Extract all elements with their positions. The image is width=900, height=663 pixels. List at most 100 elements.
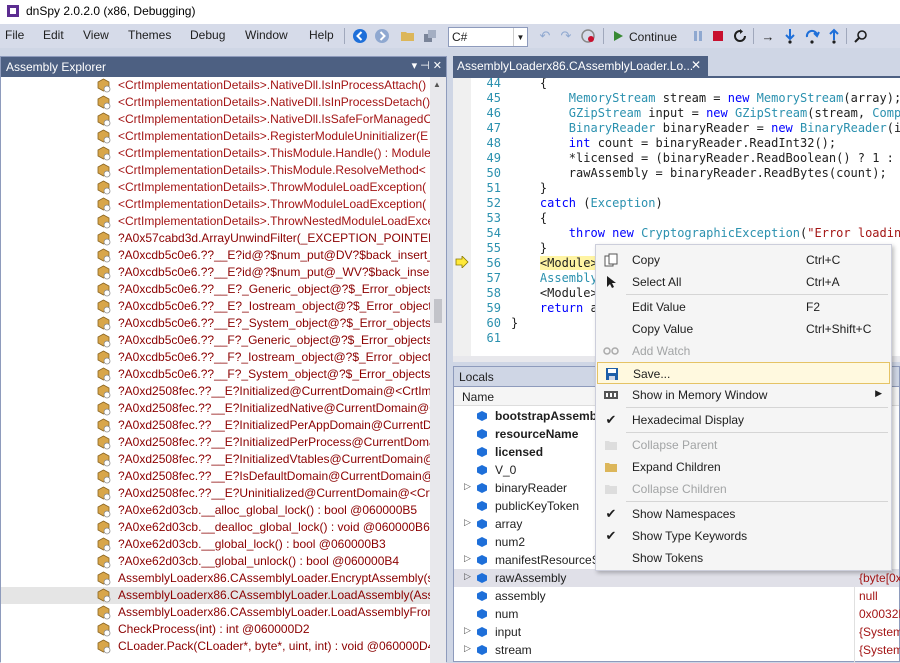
- menu-help[interactable]: Help: [309, 28, 334, 42]
- tree-item[interactable]: ?A0xe62d03cb.__global_unlock() : bool @0…: [1, 553, 431, 570]
- nav-back-icon[interactable]: [351, 27, 369, 45]
- tree-item[interactable]: ?A0xcdb5c0e6.??__F?_System_object@?$_Err…: [1, 366, 431, 383]
- code-line[interactable]: 59 return ass: [471, 301, 613, 316]
- menu-item-collapse-children[interactable]: Collapse Children: [597, 478, 890, 500]
- locals-row[interactable]: assembly null: [454, 587, 899, 605]
- tree-item[interactable]: AssemblyLoaderx86.CAssemblyLoader.LoadAs…: [1, 604, 431, 621]
- menu-item-show-tokens[interactable]: Show Tokens: [597, 547, 890, 569]
- language-select[interactable]: C# ▼: [448, 27, 528, 47]
- continue-button[interactable]: Continue: [629, 30, 677, 44]
- menu-item-collapse-parent[interactable]: Collapse Parent: [597, 434, 890, 456]
- open-file-icon[interactable]: [399, 27, 417, 45]
- code-line[interactable]: 44 {: [471, 78, 548, 91]
- pause-icon[interactable]: [689, 27, 707, 45]
- tree-item[interactable]: <CrtImplementationDetails>.ThrowModuleLo…: [1, 196, 431, 213]
- code-line[interactable]: 48 int count = binaryReader.ReadInt32();: [471, 136, 837, 151]
- show-next-statement-icon[interactable]: →: [759, 27, 777, 45]
- menu-item-hexadecimal-display[interactable]: ✔ Hexadecimal Display: [597, 409, 890, 431]
- code-line[interactable]: 58 <Module>.CG: [471, 286, 613, 301]
- locals-row[interactable]: ▷ rawAssembly {byte[0x: [454, 569, 900, 587]
- expand-icon[interactable]: ▷: [464, 481, 471, 492]
- expand-icon[interactable]: ▷: [464, 625, 471, 636]
- tree-item[interactable]: <CrtImplementationDetails>.ThrowModuleLo…: [1, 179, 431, 196]
- menu-view[interactable]: View: [83, 28, 109, 42]
- tree-item[interactable]: ?A0xd2508fec.??__E?InitializedVtables@Cu…: [1, 451, 431, 468]
- code-line[interactable]: 56 <Module>.S: [471, 256, 613, 271]
- tree-item[interactable]: ?A0xd2508fec.??__E?Uninitialized@Current…: [1, 485, 431, 502]
- tree-item[interactable]: ?A0xe62d03cb.__dealloc_global_lock() : v…: [1, 519, 431, 536]
- redo-icon[interactable]: ↷: [557, 27, 575, 45]
- step-over-icon[interactable]: [803, 27, 821, 45]
- code-line[interactable]: 46 GZipStream input = new GZipStream(str…: [471, 106, 900, 121]
- locals-row[interactable]: num 0x0032D: [454, 605, 900, 623]
- tree-item[interactable]: ?A0xcdb5c0e6.??__E?_Generic_object@?$_Er…: [1, 281, 431, 298]
- expand-icon[interactable]: ▷: [464, 553, 471, 564]
- tab-assembly-loader[interactable]: AssemblyLoaderx86.CAssemblyLoader.Lo... …: [453, 56, 708, 76]
- code-line[interactable]: 45 MemoryStream stream = new MemoryStrea…: [471, 91, 900, 106]
- tree-item[interactable]: ?A0x57cabd3d.ArrayUnwindFilter(_EXCEPTIO…: [1, 230, 431, 247]
- menu-item-edit-value[interactable]: Edit Value F2: [597, 296, 890, 318]
- tree-item[interactable]: ?A0xcdb5c0e6.??__E?id@?$num_put@_WV?$bac…: [1, 264, 431, 281]
- code-line[interactable]: 61: [471, 331, 511, 346]
- restart-debug-icon[interactable]: [579, 27, 597, 45]
- tree-item[interactable]: <CrtImplementationDetails>.ThisModule.Re…: [1, 162, 431, 179]
- menu-item-copy[interactable]: Copy Ctrl+C: [597, 249, 890, 271]
- expand-icon[interactable]: ▷: [464, 643, 471, 654]
- tree-item[interactable]: ?A0xcdb5c0e6.??__E?_System_object@?$_Err…: [1, 315, 431, 332]
- tree-item[interactable]: <CrtImplementationDetails>.NativeDll.IsS…: [1, 111, 431, 128]
- tree-item[interactable]: ?A0xd2508fec.??__E?IsDefaultDomain@Curre…: [1, 468, 431, 485]
- tree-item[interactable]: ?A0xd2508fec.??__E?Initialized@CurrentDo…: [1, 383, 431, 400]
- menu-file[interactable]: File: [5, 28, 24, 42]
- expand-icon[interactable]: ▷: [464, 571, 471, 582]
- tree-item[interactable]: ?A0xd2508fec.??__E?InitializedPerAppDoma…: [1, 417, 431, 434]
- code-line[interactable]: 51 }: [471, 181, 548, 196]
- tree-item[interactable]: <CrtImplementationDetails>.RegisterModul…: [1, 128, 431, 145]
- tree-scrollbar[interactable]: ▲: [430, 77, 446, 663]
- tree-item[interactable]: ?A0xe62d03cb.__global_lock() : bool @060…: [1, 536, 431, 553]
- code-line[interactable]: 55 }: [471, 241, 548, 256]
- code-line[interactable]: 49 *licensed = (binaryReader.ReadBoolean…: [471, 151, 900, 166]
- tree-item[interactable]: ?A0xcdb5c0e6.??__E?id@?$num_put@DV?$back…: [1, 247, 431, 264]
- menu-item-show-type-keywords[interactable]: ✔ Show Type Keywords: [597, 525, 890, 547]
- code-line[interactable]: 47 BinaryReader binaryReader = new Binar…: [471, 121, 900, 136]
- nav-forward-icon[interactable]: [373, 27, 391, 45]
- locals-row[interactable]: ▷ input {System: [454, 623, 900, 641]
- menu-item-show-in-memory-window[interactable]: Show in Memory Window ▶: [597, 384, 890, 406]
- code-line[interactable]: 50 rawAssembly = binaryReader.ReadBytes(…: [471, 166, 887, 181]
- tree-item[interactable]: AssemblyLoaderx86.CAssemblyLoader.Encryp…: [1, 570, 431, 587]
- menu-item-show-namespaces[interactable]: ✔ Show Namespaces: [597, 503, 890, 525]
- panel-pin-close-icons[interactable]: ▾ ⊣ ✕: [412, 59, 442, 72]
- expand-icon[interactable]: ▷: [464, 517, 471, 528]
- step-into-icon[interactable]: [781, 27, 799, 45]
- restart-icon[interactable]: [731, 27, 749, 45]
- tree-item[interactable]: CLoader.Pack(CLoader*, byte*, uint, int)…: [1, 638, 431, 655]
- tree-item[interactable]: ?A0xd2508fec.??__E?InitializedPerProcess…: [1, 434, 431, 451]
- chevron-down-icon[interactable]: ▼: [513, 28, 527, 46]
- tree-item[interactable]: ?A0xcdb5c0e6.??__F?_Generic_object@?$_Er…: [1, 332, 431, 349]
- stop-icon[interactable]: [709, 27, 727, 45]
- tree-item[interactable]: <CrtImplementationDetails>.NativeDll.IsI…: [1, 94, 431, 111]
- code-line[interactable]: 57 Assembly a: [471, 271, 613, 286]
- scrollbar-thumb[interactable]: [434, 299, 442, 323]
- code-line[interactable]: 60}: [471, 316, 519, 331]
- undo-icon[interactable]: ↶: [536, 27, 554, 45]
- tree-item[interactable]: <CrtImplementationDetails>.ThisModule.Ha…: [1, 145, 431, 162]
- menu-item-add-watch[interactable]: Add Watch: [597, 340, 890, 362]
- code-line[interactable]: 54 throw new CryptographicException("Err…: [471, 226, 900, 241]
- tree-item[interactable]: ?A0xcdb5c0e6.??__E?_Iostream_object@?$_E…: [1, 298, 431, 315]
- menu-item-copy-value[interactable]: Copy Value Ctrl+Shift+C: [597, 318, 890, 340]
- search-icon[interactable]: [852, 27, 870, 45]
- menu-item-select-all[interactable]: Select All Ctrl+A: [597, 271, 890, 293]
- open-list-icon[interactable]: [421, 27, 439, 45]
- menu-themes[interactable]: Themes: [128, 28, 171, 42]
- menu-item-save[interactable]: Save...: [597, 362, 890, 384]
- name-column-header[interactable]: Name: [462, 390, 494, 404]
- step-out-icon[interactable]: [825, 27, 843, 45]
- tree-item[interactable]: ?A0xcdb5c0e6.??__F?_Iostream_object@?$_E…: [1, 349, 431, 366]
- editor-gutter[interactable]: [453, 78, 471, 358]
- assembly-tree[interactable]: <CrtImplementationDetails>.NativeDll.IsI…: [1, 77, 431, 663]
- menu-item-expand-children[interactable]: Expand Children: [597, 456, 890, 478]
- code-line[interactable]: 52 catch (Exception): [471, 196, 663, 211]
- scroll-up-icon[interactable]: ▲: [433, 80, 441, 89]
- tree-item[interactable]: <CrtImplementationDetails>.NativeDll.IsI…: [1, 77, 431, 94]
